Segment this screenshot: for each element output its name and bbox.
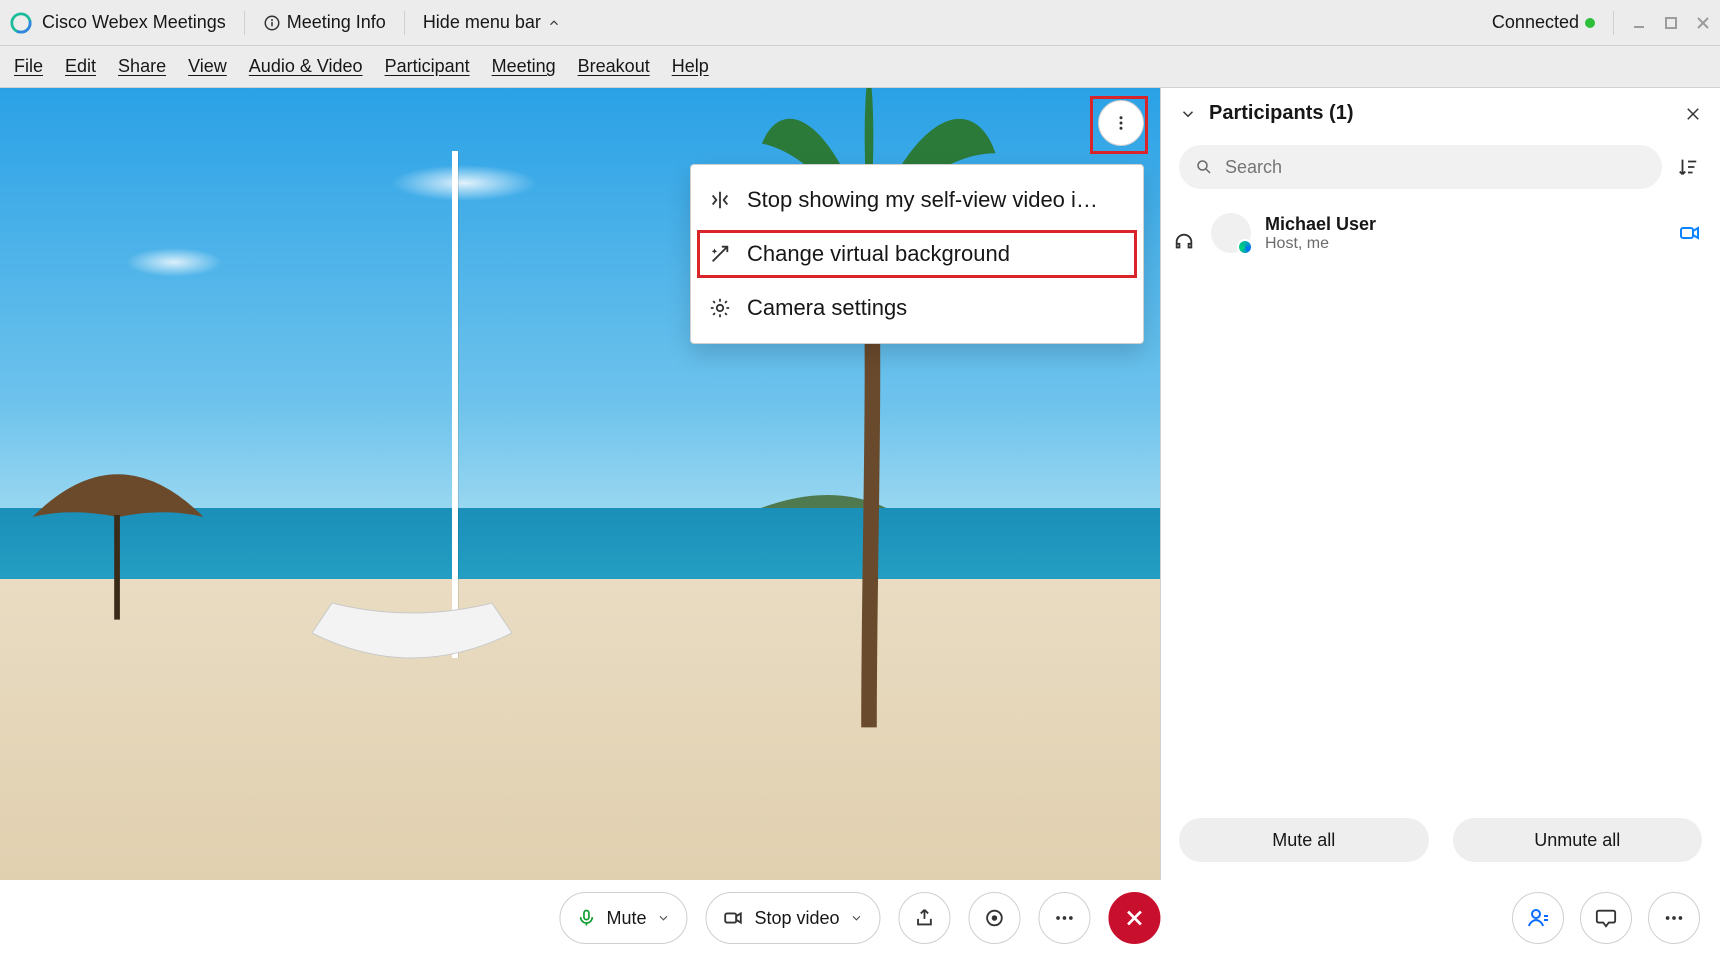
minimize-button[interactable] <box>1632 16 1646 30</box>
menu-edit[interactable]: Edit <box>65 56 96 77</box>
hide-menu-bar-button[interactable]: Hide menu bar <box>423 12 561 33</box>
presence-badge-icon <box>1237 239 1253 255</box>
search-field[interactable] <box>1179 145 1662 189</box>
sort-icon <box>1677 156 1699 178</box>
participant-info: Michael User Host, me <box>1265 214 1376 253</box>
toolbar-center: Mute Stop video <box>559 892 1160 944</box>
menu-audio-video[interactable]: Audio & Video <box>249 56 363 77</box>
participant-actions <box>1678 221 1702 245</box>
close-panel-button[interactable] <box>1684 105 1702 123</box>
mirror-icon <box>709 189 731 211</box>
meeting-info-label: Meeting Info <box>287 12 386 33</box>
bg-umbrella <box>23 436 213 636</box>
share-icon <box>914 907 936 929</box>
divider <box>404 11 405 35</box>
participant-row[interactable]: Michael User Host, me <box>1161 201 1720 265</box>
mute-all-label: Mute all <box>1272 830 1335 851</box>
magic-wand-icon <box>709 243 731 265</box>
share-button[interactable] <box>899 892 951 944</box>
window-controls <box>1632 16 1710 30</box>
self-view-video: Stop showing my self-view video i… Chang… <box>0 88 1160 880</box>
menubar: File Edit Share View Audio & Video Parti… <box>0 46 1720 88</box>
bg-boat <box>302 563 522 683</box>
video-on-icon[interactable] <box>1678 221 1702 245</box>
divider <box>1613 11 1614 35</box>
panel-footer: Mute all Unmute all <box>1161 802 1720 880</box>
participants-button[interactable] <box>1512 892 1564 944</box>
mute-all-button[interactable]: Mute all <box>1179 818 1429 862</box>
stop-video-label: Stop video <box>754 908 839 929</box>
self-view-options-area <box>1098 100 1144 146</box>
menu-help[interactable]: Help <box>672 56 709 77</box>
chevron-down-icon[interactable] <box>656 911 670 925</box>
unmute-all-button[interactable]: Unmute all <box>1453 818 1703 862</box>
headset-icon <box>1173 231 1195 253</box>
more-vertical-icon <box>1112 114 1130 132</box>
panel-title: Participants (1) <box>1209 102 1353 125</box>
more-options-button[interactable] <box>1039 892 1091 944</box>
chevron-up-icon <box>547 16 561 30</box>
participant-role: Host, me <box>1265 235 1376 253</box>
search-input[interactable] <box>1223 156 1646 179</box>
sort-button[interactable] <box>1674 153 1702 181</box>
menu-file[interactable]: File <box>14 56 43 77</box>
participant-name: Michael User <box>1265 214 1376 235</box>
app-identity: Cisco Webex Meetings <box>10 12 226 34</box>
chat-button[interactable] <box>1580 892 1632 944</box>
stop-video-button[interactable]: Stop video <box>705 892 880 944</box>
main-area: Stop showing my self-view video i… Chang… <box>0 88 1720 880</box>
divider <box>244 11 245 35</box>
chevron-down-icon[interactable] <box>1179 105 1197 123</box>
panel-search-row <box>1161 139 1720 201</box>
record-button[interactable] <box>969 892 1021 944</box>
record-icon <box>984 907 1006 929</box>
meeting-info-button[interactable]: Meeting Info <box>263 12 386 33</box>
gear-icon <box>709 297 731 319</box>
end-meeting-button[interactable] <box>1109 892 1161 944</box>
participants-panel: Participants (1) Michael User Host, me <box>1160 88 1720 880</box>
unmute-all-label: Unmute all <box>1534 830 1620 851</box>
mic-icon <box>576 908 596 928</box>
menu-participant[interactable]: Participant <box>385 56 470 77</box>
info-icon <box>263 14 281 32</box>
close-window-button[interactable] <box>1696 16 1710 30</box>
self-view-options-button[interactable] <box>1098 100 1144 146</box>
mute-button[interactable]: Mute <box>559 892 687 944</box>
chat-icon <box>1595 907 1617 929</box>
more-horizontal-icon <box>1054 907 1076 929</box>
menu-breakout[interactable]: Breakout <box>578 56 650 77</box>
popover-item-label: Camera settings <box>747 295 907 321</box>
bottom-toolbar: Mute Stop video <box>0 880 1720 956</box>
avatar <box>1211 213 1251 253</box>
popover-item-stop-selfview[interactable]: Stop showing my self-view video i… <box>691 173 1143 227</box>
app-title: Cisco Webex Meetings <box>42 12 226 33</box>
menu-share[interactable]: Share <box>118 56 166 77</box>
chevron-down-icon[interactable] <box>850 911 864 925</box>
participants-icon <box>1526 906 1550 930</box>
popover-item-change-virtual-bg[interactable]: Change virtual background <box>691 227 1143 281</box>
titlebar-left: Cisco Webex Meetings Meeting Info Hide m… <box>10 11 561 35</box>
maximize-button[interactable] <box>1664 16 1678 30</box>
popover-item-label: Change virtual background <box>747 241 1010 267</box>
menu-meeting[interactable]: Meeting <box>492 56 556 77</box>
titlebar: Cisco Webex Meetings Meeting Info Hide m… <box>0 0 1720 46</box>
self-view-popover: Stop showing my self-view video i… Chang… <box>690 164 1144 344</box>
hide-menu-bar-label: Hide menu bar <box>423 12 541 33</box>
more-horizontal-icon <box>1663 907 1685 929</box>
popover-item-label: Stop showing my self-view video i… <box>747 187 1098 213</box>
webex-logo-icon <box>10 12 32 34</box>
menu-view[interactable]: View <box>188 56 227 77</box>
popover-item-camera-settings[interactable]: Camera settings <box>691 281 1143 335</box>
panel-header: Participants (1) <box>1161 88 1720 139</box>
mute-label: Mute <box>606 908 646 929</box>
camera-icon <box>722 907 744 929</box>
connection-label: Connected <box>1492 12 1579 33</box>
panel-options-button[interactable] <box>1648 892 1700 944</box>
search-icon <box>1195 158 1213 176</box>
titlebar-right: Connected <box>1492 11 1710 35</box>
connection-status: Connected <box>1492 12 1595 33</box>
toolbar-right <box>1512 892 1700 944</box>
close-icon <box>1124 907 1146 929</box>
status-dot-icon <box>1585 18 1595 28</box>
